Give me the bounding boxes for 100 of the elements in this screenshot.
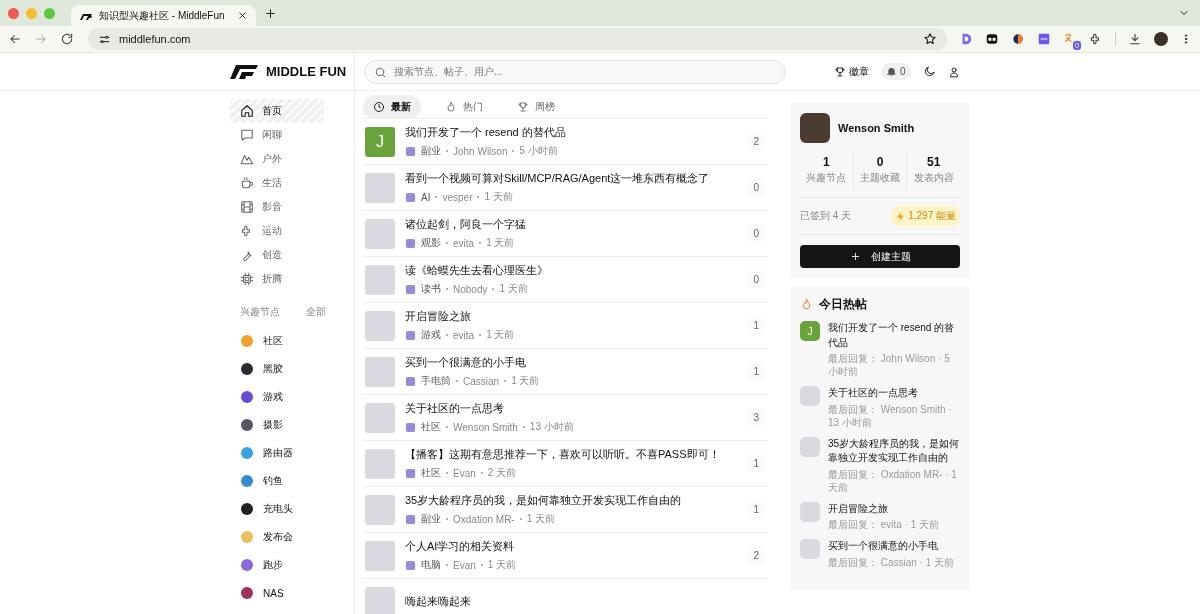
post-title[interactable]: 嗨起来嗨起来: [405, 594, 764, 609]
stat-label: 主题收藏: [859, 171, 901, 185]
reload-icon[interactable]: [60, 32, 74, 46]
author-name[interactable]: Nobody: [453, 283, 488, 295]
post-title[interactable]: 我们开发了一个 resend 的替代品: [405, 125, 739, 140]
post-title[interactable]: 诸位起剑，阿良一个字猛: [405, 217, 739, 232]
back-icon[interactable]: [8, 32, 22, 46]
author-name[interactable]: vesper: [442, 191, 473, 203]
node-link[interactable]: 副业: [421, 512, 441, 526]
create-topic-button[interactable]: 创建主题: [800, 245, 960, 268]
film-icon: [240, 200, 254, 214]
eyes-extension-icon[interactable]: [985, 32, 999, 46]
photo-placeholder: [800, 539, 820, 559]
search-field[interactable]: 搜索节点、帖子、用户...: [364, 59, 786, 84]
sidebar-item[interactable]: 创造: [230, 243, 324, 267]
card-title: 今日热帖: [819, 296, 867, 313]
post-title[interactable]: 关于社区的一点思考: [828, 386, 960, 401]
post-meta: 最后回复： evita · 1 天前: [828, 518, 940, 531]
feed-tab[interactable]: 热门: [435, 94, 493, 119]
badges-link[interactable]: 徽章: [834, 64, 869, 79]
post-title[interactable]: 买到一个很满意的小手电: [828, 539, 955, 554]
author-name[interactable]: Evan: [453, 559, 476, 571]
download-icon[interactable]: [1128, 32, 1142, 46]
node-item[interactable]: 游戏: [230, 383, 354, 411]
square-icon: [405, 329, 416, 341]
sidebar-item[interactable]: 运动: [230, 219, 324, 243]
address-bar[interactable]: middlefun.com: [88, 28, 947, 50]
sidebar-item[interactable]: 影音: [230, 195, 324, 219]
logo-text[interactable]: MIDDLE FUN: [266, 64, 347, 79]
node-link[interactable]: 游戏: [421, 328, 441, 342]
post-title[interactable]: 读《蛤蟆先生去看心理医生》: [405, 263, 739, 278]
star-icon[interactable]: [923, 32, 937, 46]
author-name[interactable]: Oxdation MR-: [453, 513, 515, 525]
mountain-icon: [240, 152, 254, 166]
post-title[interactable]: 【播客】这期有意思推荐一下，喜欢可以听听。不喜PASS即可！: [405, 447, 739, 462]
post-title[interactable]: 开启冒险之旅: [405, 309, 739, 324]
square-icon: [405, 559, 416, 571]
node-item[interactable]: 钓鱼: [230, 467, 354, 495]
author-name[interactable]: Wenson Smith: [453, 421, 518, 433]
view-all-link[interactable]: 全部: [306, 305, 326, 319]
square-icon: [405, 421, 416, 433]
node-item[interactable]: 发布会: [230, 523, 354, 551]
new-tab-icon[interactable]: [264, 6, 277, 20]
node-link[interactable]: 社区: [421, 466, 441, 480]
sidebar-item[interactable]: 折腾: [230, 267, 324, 291]
feed-tab[interactable]: 周榜: [507, 94, 565, 119]
user-name[interactable]: Wenson Smith: [838, 122, 915, 134]
reply-count: 0: [748, 225, 764, 242]
close-window-button[interactable]: [8, 7, 19, 19]
node-link[interactable]: 副业: [421, 144, 441, 158]
node-item[interactable]: 黑胶: [230, 355, 354, 383]
letter-avatar: J: [800, 321, 820, 341]
node-item[interactable]: 充电头: [230, 495, 354, 523]
photo-placeholder: [365, 402, 395, 433]
post-title[interactable]: 关于社区的一点思考: [405, 401, 739, 416]
profile-avatar[interactable]: [1154, 32, 1168, 46]
node-item[interactable]: 社区: [230, 327, 354, 355]
post-time: 1 天前: [487, 558, 517, 572]
half-circle-extension-icon[interactable]: [1011, 32, 1025, 46]
trophy-icon: [834, 65, 846, 78]
section-heading: 兴趣节点: [240, 305, 280, 319]
energy-text: 1,297 能量: [908, 209, 956, 223]
user-icon[interactable]: [947, 65, 960, 78]
node-item[interactable]: NAS: [230, 579, 354, 607]
node-link[interactable]: AI: [421, 191, 431, 203]
node-item[interactable]: 摄影: [230, 411, 354, 439]
post-title[interactable]: 看到一个视频可算对Skill/MCP/RAG/Agent这一堆东西有概念了: [405, 171, 739, 186]
sidebar-item[interactable]: 闲聊: [230, 123, 324, 147]
feed-tab[interactable]: 最新: [363, 94, 421, 119]
close-icon[interactable]: [237, 10, 248, 21]
moon-icon[interactable]: [922, 65, 936, 78]
flame-icon: [800, 298, 813, 311]
post-time: 5 小时前: [519, 144, 558, 158]
sidebar-item[interactable]: 首页: [230, 99, 324, 123]
notifications-button[interactable]: 0: [881, 63, 911, 80]
author-name[interactable]: John Wilson: [453, 145, 508, 157]
reply-count: 0: [748, 271, 764, 288]
node-link[interactable]: 电脑: [421, 558, 441, 572]
author-name[interactable]: Cassian: [463, 375, 500, 387]
browser-tab[interactable]: 知识型兴趣社区 - MiddleFun: [71, 5, 256, 26]
post-title[interactable]: 我们开发了一个 resend 的替代品: [828, 321, 960, 350]
author-name[interactable]: evita: [453, 237, 475, 249]
node-link[interactable]: 手电筒: [421, 374, 451, 388]
author-name[interactable]: evita: [453, 329, 475, 341]
square-extension-icon[interactable]: [1037, 32, 1051, 46]
node-item[interactable]: 跑步: [230, 551, 354, 579]
node-link[interactable]: 观影: [421, 236, 441, 250]
post-time: 2 天前: [487, 466, 517, 480]
cup-icon: [240, 176, 254, 190]
sidebar-item[interactable]: 户外: [230, 147, 324, 171]
post-title[interactable]: 个人AI学习的相关资料: [405, 539, 739, 554]
post-title[interactable]: 35岁大龄程序员的我，是如何靠独立开发实现工作自由的: [828, 436, 960, 466]
author-name[interactable]: Evan: [453, 467, 476, 479]
sidebar-item[interactable]: 生活: [230, 171, 324, 195]
node-item[interactable]: 路由器: [230, 439, 354, 467]
post-title[interactable]: 开启冒险之旅: [828, 501, 940, 516]
post-title[interactable]: 35岁大龄程序员的我，是如何靠独立开发实现工作自由的: [405, 493, 739, 508]
node-link[interactable]: 社区: [421, 420, 441, 434]
node-link[interactable]: 读书: [421, 282, 441, 296]
post-title[interactable]: 买到一个很满意的小手电: [405, 355, 739, 370]
